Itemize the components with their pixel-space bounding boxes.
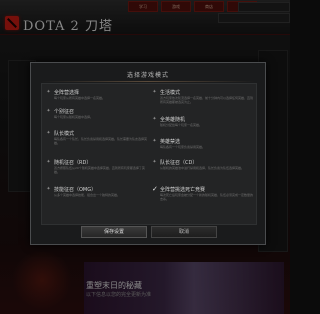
mode-description: 每个玩家从随机英雄中选择。	[54, 115, 94, 119]
checkbox-icon[interactable]: ✦	[46, 187, 51, 192]
mode-name: 随机征召（RD）	[54, 160, 92, 166]
mode-name: 生活模式	[160, 90, 181, 96]
mode-name: 全阵营选择	[54, 90, 80, 96]
mode-name: 队长模式	[54, 131, 75, 137]
mode-name: 全英雄随机	[160, 117, 186, 123]
mode-name: 队长征召（CD）	[160, 160, 198, 166]
checkbox-icon[interactable]: ✦	[152, 90, 157, 95]
mode-name: 全阵营挑选死亡竞赛	[160, 187, 206, 193]
checkbox-icon[interactable]: ✦	[152, 160, 157, 165]
game-mode-dialog: 选择游戏模式 ✦ 全阵营选择 每个玩家从所有英雄中选择一名英雄。 ✦ 生活模式 …	[30, 62, 266, 245]
mode-option-ability-draft[interactable]: ✦ 技能征召（OMG） 从多个英雄中选择技能，组合出一个独特的英雄。	[46, 187, 146, 217]
title-divider	[41, 81, 255, 82]
cancel-button[interactable]: 取消	[151, 226, 217, 238]
checkbox-icon[interactable]: ✦	[46, 109, 51, 114]
save-button[interactable]: 保存设置	[81, 226, 147, 238]
mode-description: 双方玩家依次轮流选择一名英雄，前十分钟内可以选择任何英雄，直到所有英雄都被选完为…	[160, 96, 254, 105]
mode-description: 每次死亡后玩家会被分配一个新的随机英雄，队伍必须完成一定数量的击杀。	[160, 193, 254, 202]
mode-description: 每队各有一个队长，队长负责禁用和选择英雄。队长需要为队友选择英雄。	[54, 137, 148, 146]
mode-option-captains-mode[interactable]: ✦ 队长模式 每队各有一个队长，队长负责禁用和选择英雄。队长需要为队友选择英雄。	[46, 131, 148, 161]
mode-name: 技能征召（OMG）	[54, 187, 97, 193]
checkmark-icon[interactable]: ✓	[152, 186, 158, 193]
checkbox-icon[interactable]: ✦	[152, 117, 157, 122]
mode-name: 个别征召	[54, 109, 75, 115]
checkbox-icon[interactable]: ✦	[46, 90, 51, 95]
dialog-title: 选择游戏模式	[126, 72, 169, 79]
mode-name: 英雄禁选	[160, 139, 181, 145]
checkbox-icon[interactable]: ✦	[46, 131, 51, 136]
mode-option-deathmatch[interactable]: ✓ 全阵营挑选死亡竞赛 每次死亡后玩家会被分配一个新的随机英雄，队伍必须完成一定…	[152, 186, 254, 217]
mode-description: 随机分配给每个玩家一名英雄。	[160, 123, 203, 127]
checkbox-icon[interactable]: ✦	[46, 160, 51, 165]
mode-description: 双方按照队伍从20个随机英雄中选择英雄，直到所有玩家都选择了英雄。	[54, 166, 145, 175]
mode-description: 从随机的英雄池中进行禁用和选择，队长负责为队伍选择英雄。	[160, 166, 245, 170]
mode-list-panel: ✦ 全阵营选择 每个玩家从所有英雄中选择一名英雄。 ✦ 生活模式 双方玩家依次轮…	[41, 83, 257, 225]
mode-description: 从多个英雄中选择技能，组合出一个独特的英雄。	[54, 193, 121, 197]
mode-description: 每队各有一个玩家负责禁用英雄。	[160, 145, 206, 149]
checkbox-icon[interactable]: ✦	[152, 139, 157, 144]
